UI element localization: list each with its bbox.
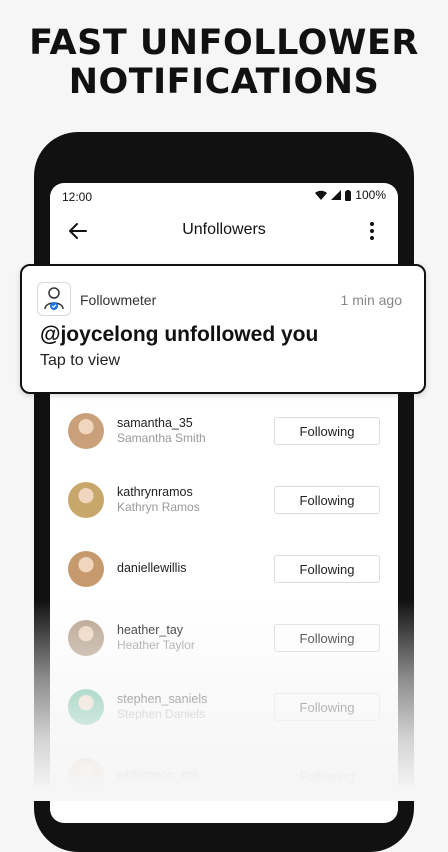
- full-name: Stephen Daniels: [117, 707, 206, 721]
- user-row[interactable]: williamson_mil Following: [50, 748, 398, 817]
- user-row[interactable]: daniellewillis Following: [50, 541, 398, 610]
- status-icons: 100%: [315, 188, 386, 202]
- avatar[interactable]: [68, 689, 104, 725]
- full-name: Heather Taylor: [117, 638, 195, 652]
- promo-headline: FAST UNFOLLOWER NOTIFICATIONS: [0, 24, 448, 102]
- avatar[interactable]: [68, 482, 104, 518]
- following-button[interactable]: Following: [274, 555, 380, 583]
- user-row[interactable]: samantha_35 Samantha Smith Following: [50, 403, 398, 472]
- avatar[interactable]: [68, 758, 104, 794]
- headline-line-2: NOTIFICATIONS: [68, 62, 380, 102]
- more-vert-icon[interactable]: [360, 219, 384, 243]
- full-name: Samantha Smith: [117, 431, 206, 445]
- username[interactable]: stephen_saniels: [117, 692, 207, 706]
- push-notification[interactable]: Followmeter 1 min ago @joycelong unfollo…: [20, 264, 426, 394]
- username[interactable]: williamson_mil: [117, 768, 198, 782]
- avatar[interactable]: [68, 551, 104, 587]
- app-bar: Unfollowers: [50, 211, 398, 251]
- following-button[interactable]: Following: [274, 486, 380, 514]
- avatar[interactable]: [68, 413, 104, 449]
- username[interactable]: kathrynramos: [117, 485, 193, 499]
- followmeter-app-icon: [37, 282, 71, 316]
- avatar[interactable]: [68, 620, 104, 656]
- following-button[interactable]: Following: [274, 624, 380, 652]
- user-row[interactable]: kathrynramos Kathryn Ramos Following: [50, 472, 398, 541]
- following-button[interactable]: Following: [274, 693, 380, 721]
- full-name: Kathryn Ramos: [117, 500, 200, 514]
- page-title: Unfollowers: [182, 221, 266, 238]
- user-row[interactable]: stephen_saniels Stephen Daniels Following: [50, 679, 398, 748]
- username[interactable]: samantha_35: [117, 416, 193, 430]
- following-button[interactable]: Following: [274, 762, 380, 790]
- user-row[interactable]: heather_tay Heather Taylor Following: [50, 610, 398, 679]
- wifi-icon: [315, 190, 328, 200]
- unfollowers-list: samantha_35 Samantha Smith Following kathry…: [50, 403, 398, 817]
- notification-app-name: Followmeter: [80, 292, 157, 308]
- battery-level: 100%: [355, 188, 386, 202]
- battery-icon: [345, 189, 352, 201]
- status-time: 12:00: [62, 190, 93, 204]
- notification-message: @joycelong unfollowed you: [40, 323, 319, 346]
- username[interactable]: heather_tay: [117, 623, 183, 637]
- following-button[interactable]: Following: [274, 417, 380, 445]
- username[interactable]: daniellewillis: [117, 561, 186, 575]
- notification-action: Tap to view: [40, 352, 121, 369]
- notification-time: 1 min ago: [340, 292, 402, 308]
- headline-line-1: FAST UNFOLLOWER: [29, 23, 419, 63]
- signal-icon: [331, 190, 342, 200]
- status-bar: 12:00 100%: [50, 183, 398, 211]
